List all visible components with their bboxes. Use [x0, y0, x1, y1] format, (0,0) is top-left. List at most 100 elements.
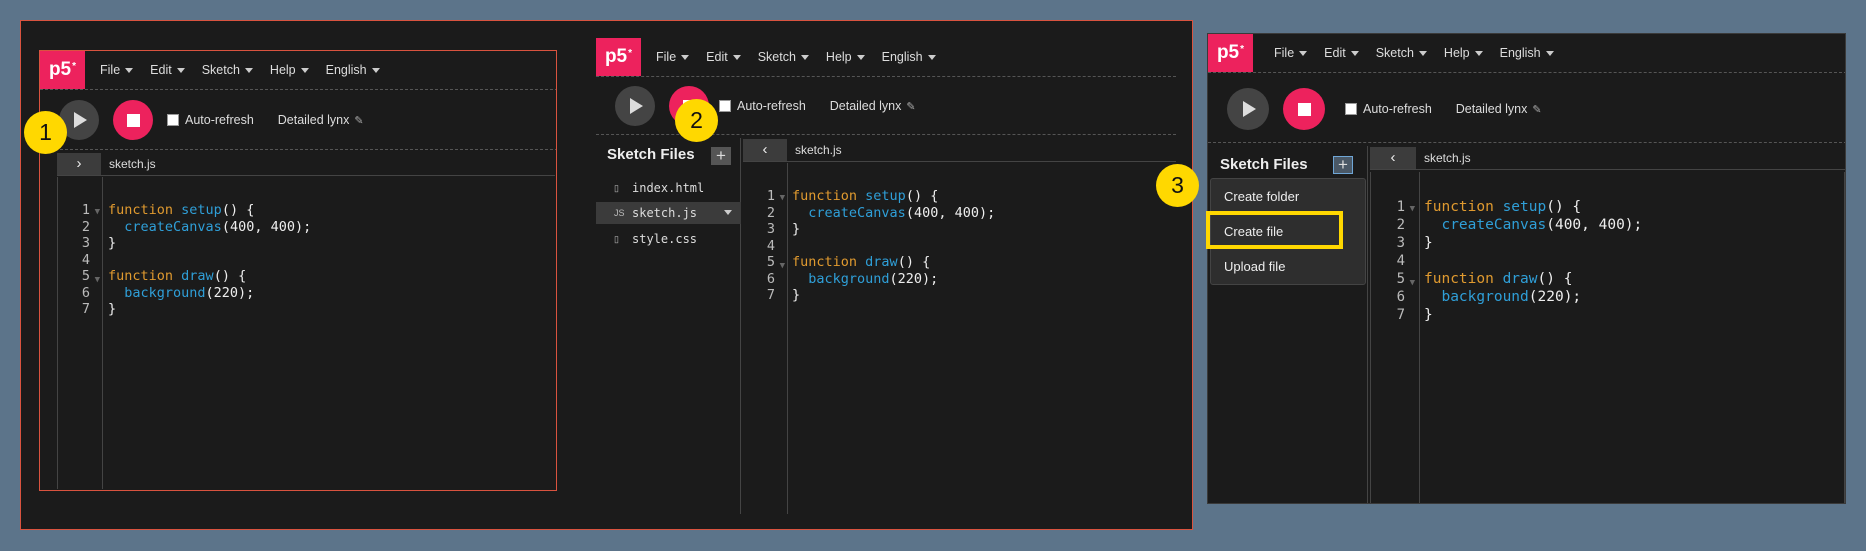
toolbar: Auto-refresh Detailed lynx ✎	[615, 86, 916, 126]
code-text: function setup() { createCanvas(400, 400…	[792, 188, 996, 303]
pencil-icon[interactable]: ✎	[1532, 103, 1541, 116]
screen-step-1: p5 * File Edit Sketch Help English Auto-r…	[39, 50, 557, 491]
menu-sketch[interactable]: Sketch	[202, 63, 253, 77]
fold-icon[interactable]: ▼	[1410, 278, 1415, 288]
pencil-icon[interactable]: ✎	[906, 100, 915, 113]
menu-file[interactable]: File	[656, 50, 690, 64]
code-text: function setup() { createCanvas(400, 400…	[1424, 199, 1643, 323]
code-editor[interactable]: 1 2 3 4 5 6 7 ▼ ▼ function setup() { cre…	[1370, 172, 1845, 503]
menu-sketch[interactable]: Sketch	[758, 50, 809, 64]
play-icon	[630, 98, 643, 114]
play-icon	[1243, 101, 1256, 117]
chevron-down-icon	[681, 54, 690, 60]
sidebar-title: Sketch Files	[1220, 156, 1308, 173]
auto-refresh-checkbox[interactable]	[167, 114, 179, 126]
menu-edit[interactable]: Edit	[706, 50, 741, 64]
chevron-down-icon	[300, 67, 309, 73]
stop-button[interactable]	[1283, 88, 1325, 130]
stop-button[interactable]	[113, 100, 153, 140]
chevron-right-icon: ›	[76, 155, 82, 172]
play-button[interactable]	[1227, 88, 1269, 130]
collapse-sidebar-button[interactable]: ‹	[743, 138, 787, 161]
auto-refresh-checkbox[interactable]	[1345, 103, 1357, 115]
expand-sidebar-button[interactable]: ›	[57, 152, 101, 175]
chevron-down-icon	[1418, 50, 1427, 56]
add-file-button[interactable]: +	[711, 146, 731, 165]
play-button[interactable]	[615, 86, 655, 126]
file-item-sketch-js[interactable]: JS sketch.js	[596, 202, 741, 224]
auto-refresh: Auto-refresh	[167, 113, 254, 127]
menu-bar: File Edit Sketch Help English	[1274, 34, 1554, 72]
line-numbers: 1 2 3 4 5 6 7	[1396, 199, 1405, 323]
divider	[40, 149, 556, 150]
chevron-down-icon	[800, 54, 809, 60]
p5-logo[interactable]: p5 *	[1208, 34, 1253, 72]
editor-filename: sketch.js	[795, 142, 842, 157]
fold-markers: ▼ ▼	[90, 202, 100, 289]
project-name[interactable]: Detailed lynx ✎	[1456, 102, 1542, 116]
play-icon	[74, 112, 87, 128]
sidebar-title: Sketch Files	[607, 146, 695, 163]
add-file-button[interactable]: +	[1333, 155, 1353, 174]
fold-icon[interactable]: ▼	[1410, 204, 1415, 214]
sketch-files-sidebar: Sketch Files + ▯ index.html JS sketch.js ▯…	[596, 138, 741, 514]
chevron-down-icon	[1350, 50, 1359, 56]
fold-markers: ▼ ▼	[775, 188, 785, 275]
editor-filename: sketch.js	[1424, 150, 1471, 165]
editor-tab-bar: ‹ sketch.js	[1370, 146, 1845, 170]
menu-edit[interactable]: Edit	[150, 63, 185, 77]
p5-logo[interactable]: p5 *	[596, 38, 641, 76]
chevron-down-icon	[1474, 50, 1483, 56]
menu-file[interactable]: File	[1274, 46, 1308, 60]
auto-refresh-checkbox[interactable]	[719, 100, 731, 112]
divider	[1208, 142, 1845, 143]
toolbar: Auto-refresh Detailed lynx ✎	[59, 100, 364, 140]
step-badge-2: 2	[675, 99, 718, 142]
menu-edit[interactable]: Edit	[1324, 46, 1359, 60]
menu-help[interactable]: Help	[1444, 46, 1483, 60]
plus-icon: +	[1338, 155, 1348, 174]
menu-language[interactable]: English	[326, 63, 380, 77]
p5-logo[interactable]: p5 *	[40, 51, 85, 89]
menu-language[interactable]: English	[1500, 46, 1554, 60]
code-editor[interactable]: 1 2 3 4 5 6 7 ▼ ▼ function setup() { cre…	[743, 163, 1176, 514]
menu-language[interactable]: English	[882, 50, 936, 64]
pencil-icon[interactable]: ✎	[354, 114, 363, 127]
project-name[interactable]: Detailed lynx ✎	[278, 113, 364, 127]
collapse-sidebar-button[interactable]: ‹	[1370, 146, 1416, 169]
chevron-down-icon	[927, 54, 936, 60]
auto-refresh: Auto-refresh	[719, 99, 806, 113]
line-numbers: 1 2 3 4 5 6 7	[766, 188, 775, 303]
menu-file[interactable]: File	[100, 63, 134, 77]
fold-icon[interactable]: ▼	[95, 207, 100, 217]
editor-filename: sketch.js	[109, 156, 156, 171]
menu-help[interactable]: Help	[270, 63, 309, 77]
editor-tab-bar: ‹ sketch.js	[743, 138, 1176, 162]
file-item-style-css[interactable]: ▯ style.css	[614, 228, 697, 250]
project-name[interactable]: Detailed lynx ✎	[830, 99, 916, 113]
file-options-icon[interactable]	[724, 210, 732, 215]
upload-file-item[interactable]: Upload file	[1224, 259, 1285, 274]
chevron-down-icon	[1299, 50, 1308, 56]
chevron-down-icon	[244, 67, 253, 73]
menu-bar: File Edit Sketch Help English	[656, 38, 936, 76]
create-folder-item[interactable]: Create folder	[1224, 189, 1299, 204]
line-numbers: 1 2 3 4 5 6 7	[81, 202, 90, 317]
code-editor[interactable]: 1 2 3 4 5 6 7 ▼ ▼ function setup() { cre…	[57, 177, 555, 489]
chevron-down-icon	[732, 54, 741, 60]
menu-sketch[interactable]: Sketch	[1376, 46, 1427, 60]
fold-icon[interactable]: ▼	[780, 261, 785, 271]
fold-icon[interactable]: ▼	[780, 193, 785, 203]
menu-help[interactable]: Help	[826, 50, 865, 64]
step-badge-1: 1	[24, 111, 67, 154]
menu-bar: File Edit Sketch Help English	[100, 51, 380, 89]
divider	[1208, 72, 1845, 73]
css-file-icon: ▯	[614, 233, 619, 244]
file-item-index-html[interactable]: ▯ index.html	[614, 177, 704, 199]
editor-tab-bar: › sketch.js	[57, 152, 555, 176]
chevron-left-icon: ‹	[762, 141, 768, 158]
chevron-left-icon: ‹	[1390, 149, 1396, 166]
step-badge-3: 3	[1156, 164, 1199, 207]
chevron-down-icon	[856, 54, 865, 60]
fold-icon[interactable]: ▼	[95, 275, 100, 285]
